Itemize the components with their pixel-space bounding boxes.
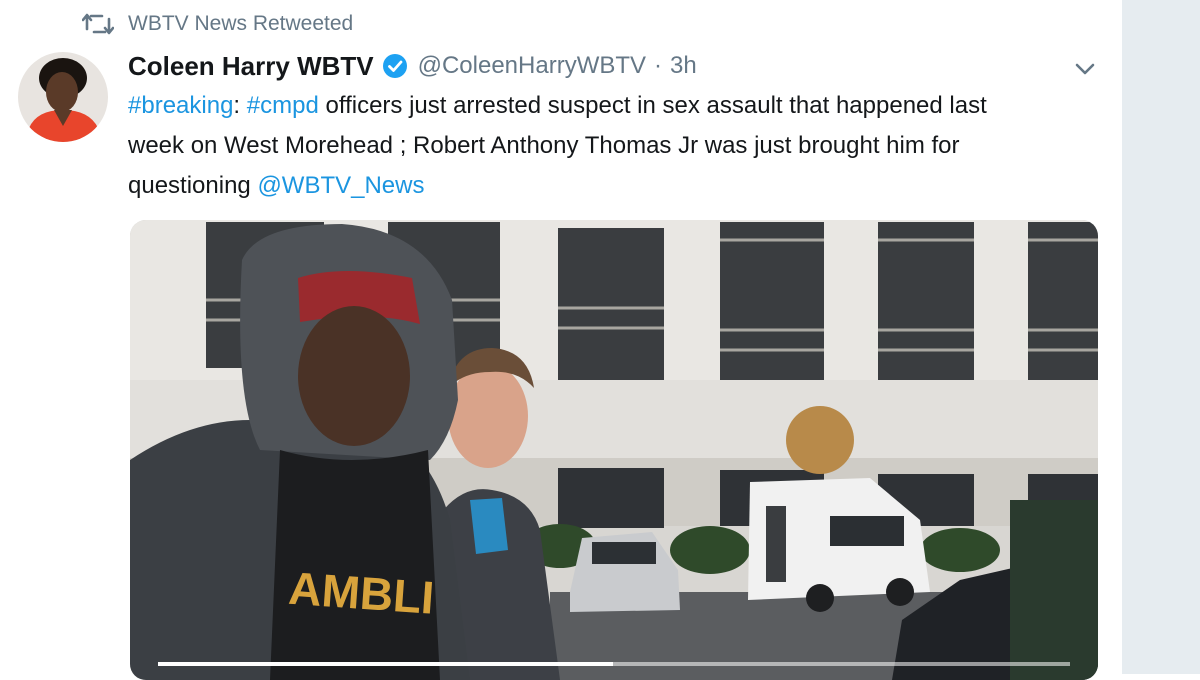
- verified-badge-icon: [382, 54, 407, 78]
- chevron-down-icon[interactable]: [1072, 56, 1098, 82]
- mention-wbtv-news[interactable]: @WBTV_News: [257, 172, 424, 199]
- retweet-icon: [82, 13, 114, 35]
- tweet-line-2: week on West Morehead ; Robert Anthony T…: [128, 132, 960, 159]
- tweet-text: #breaking: #cmpd officers just arrested …: [128, 86, 1108, 206]
- video-progress-fill: [158, 662, 613, 666]
- author-name[interactable]: Coleen Harry WBTV: [128, 51, 374, 82]
- shirt-text: AMBLI: [287, 562, 436, 624]
- retweet-context[interactable]: WBTV News Retweeted: [82, 10, 353, 38]
- tweet-header: Coleen Harry WBTV @ColeenHarryWBTV · 3h: [128, 48, 697, 84]
- tweet-media-video[interactable]: AMBLI: [130, 220, 1098, 680]
- avatar[interactable]: [18, 52, 108, 142]
- colon-text: :: [233, 92, 241, 119]
- hashtag-breaking[interactable]: #breaking: [128, 92, 233, 119]
- tweet-card[interactable]: WBTV News Retweeted Coleen Harry WBTV @C…: [0, 0, 1122, 680]
- tweet-line-3: questioning @WBTV_News: [128, 166, 1108, 206]
- video-frame-image: AMBLI: [130, 220, 1098, 680]
- tweet-line-3-start: questioning: [128, 172, 258, 199]
- hashtag-cmpd[interactable]: #cmpd: [247, 92, 319, 119]
- page-gutter: [1122, 0, 1200, 674]
- retweet-label: WBTV News Retweeted: [128, 12, 354, 35]
- tweet-line-1-rest: officers just arrested suspect in sex as…: [318, 92, 987, 119]
- tweet-line-1: #breaking: #cmpd officers just arrested …: [128, 86, 1108, 126]
- separator-dot: ·: [654, 52, 663, 79]
- tweet-timestamp[interactable]: 3h: [670, 52, 697, 80]
- author-handle[interactable]: @ColeenHarryWBTV: [418, 52, 646, 80]
